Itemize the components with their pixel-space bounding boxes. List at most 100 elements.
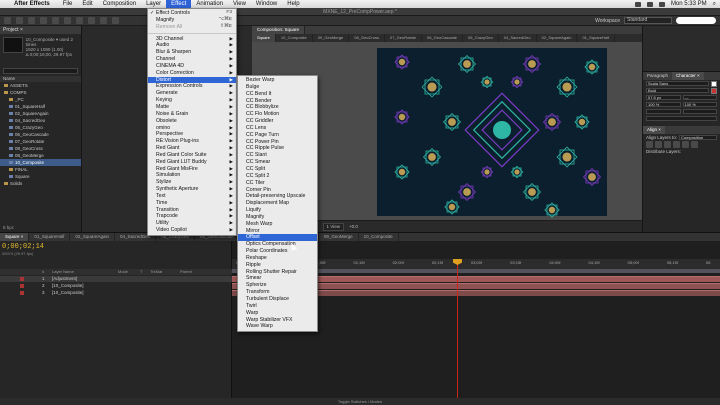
effect-menu-item-effect-controls[interactable]: ✓ Effect Controls F3 bbox=[148, 10, 236, 17]
effect-menu-item-matte[interactable]: Matte ▶ bbox=[148, 104, 236, 111]
effect-menu-item-remove-all[interactable]: Remove All ⇧⌘E bbox=[148, 24, 236, 31]
distort-item-cc-split[interactable]: CC Split bbox=[238, 166, 317, 173]
shape-tool-icon[interactable] bbox=[76, 17, 83, 24]
layer-row[interactable]: 2 [10_Composite] bbox=[0, 283, 232, 289]
distort-item-cc-tiler[interactable]: CC Tiler bbox=[238, 180, 317, 187]
spotlight-icon[interactable]: ⌕ bbox=[713, 1, 716, 8]
distort-item-magnify[interactable]: Magnify bbox=[238, 214, 317, 221]
baseline-field[interactable] bbox=[646, 109, 681, 114]
col-t[interactable]: T bbox=[140, 269, 142, 275]
composition-tab[interactable]: Composition: Square bbox=[252, 26, 306, 34]
project-item[interactable]: 05_CrazyGeo bbox=[0, 124, 81, 131]
distort-item-warp-stabilizer-vfx[interactable]: Warp Stabilizer VFX bbox=[238, 317, 317, 324]
video-switch-icon[interactable] bbox=[20, 284, 24, 288]
effect-menu-item-omino[interactable]: omino ▶ bbox=[148, 125, 236, 132]
align-top-icon[interactable] bbox=[673, 141, 680, 148]
video-switch-icon[interactable] bbox=[20, 291, 24, 295]
project-item[interactable]: ASSETS bbox=[0, 82, 81, 89]
distort-item-cc-griddler[interactable]: CC Griddler bbox=[238, 118, 317, 125]
effect-menu-item-generate[interactable]: Generate ▶ bbox=[148, 90, 236, 97]
tab-align[interactable]: Align × bbox=[643, 126, 665, 134]
effect-menu-item-3d-channel[interactable]: 3D Channel ▶ bbox=[148, 36, 236, 43]
distort-item-warp[interactable]: Warp bbox=[238, 310, 317, 317]
distort-item-cc-flo-motion[interactable]: CC Flo Motion bbox=[238, 111, 317, 118]
comp-subtab-square[interactable]: Square bbox=[252, 34, 276, 42]
comp-subtab-02-squareagain[interactable]: 02_SquareAgain bbox=[537, 34, 578, 42]
faux-style-buttons[interactable] bbox=[646, 116, 717, 121]
align-middle-icon[interactable] bbox=[682, 141, 689, 148]
align-left-icon[interactable] bbox=[646, 141, 653, 148]
project-bpc[interactable]: 8 bpc bbox=[3, 225, 14, 230]
comp-subtab-01-squarehalf[interactable]: 01_SquareHalf bbox=[577, 34, 616, 42]
comp-subtab-07-georotate[interactable]: 07_GeoRotate bbox=[385, 34, 422, 42]
project-search-input[interactable] bbox=[3, 68, 78, 74]
distort-item-detail-preserving-upscale[interactable]: Detail-preserving Upscale bbox=[238, 193, 317, 200]
project-item[interactable]: 10_Composite bbox=[0, 159, 81, 166]
font-style-select[interactable]: Bold bbox=[646, 88, 709, 93]
comp-subtab-09-geomerge[interactable]: 09_GeoMerge bbox=[313, 34, 350, 42]
effect-menu-item-perspective[interactable]: Perspective ▶ bbox=[148, 131, 236, 138]
timeline-tab-09-geomerge[interactable]: 09_GeoMerge bbox=[319, 233, 359, 241]
project-item[interactable]: Square bbox=[0, 173, 81, 180]
distort-item-cc-smear[interactable]: CC Smear bbox=[238, 159, 317, 166]
font-size-field[interactable]: 57.5 px bbox=[646, 95, 681, 100]
distort-item-spherize[interactable]: Spherize bbox=[238, 282, 317, 289]
distort-item-twirl[interactable]: Twirl bbox=[238, 303, 317, 310]
pen-tool-icon[interactable] bbox=[88, 17, 95, 24]
layer-name[interactable]: [10_Composite] bbox=[52, 290, 84, 296]
effect-menu-item-video-copilot[interactable]: Video Copilot ▶ bbox=[148, 227, 236, 234]
distort-item-reshape[interactable]: Reshape bbox=[238, 255, 317, 262]
exposure-value[interactable]: +0.0 bbox=[349, 224, 358, 229]
project-item[interactable]: 06_GeoCascade bbox=[0, 131, 81, 138]
distort-item-mirror[interactable]: Mirror bbox=[238, 228, 317, 235]
project-item[interactable]: 08_GeoMerge bbox=[0, 152, 81, 159]
effect-menu-item-trapcode[interactable]: Trapcode ▶ bbox=[148, 213, 236, 220]
type-tool-icon[interactable] bbox=[100, 17, 107, 24]
help-search-input[interactable] bbox=[676, 17, 716, 24]
distort-item-polar-coordinates[interactable]: Polar Coordinates bbox=[238, 248, 317, 255]
menubar-clock[interactable]: Mon 5:33 PM bbox=[671, 1, 707, 7]
distort-item-rolling-shutter-repair[interactable]: Rolling Shutter Repair bbox=[238, 269, 317, 276]
col-mode[interactable]: Mode bbox=[118, 269, 128, 275]
distort-item-smear[interactable]: Smear bbox=[238, 275, 317, 282]
layer-row[interactable]: 3 [10_Composite] bbox=[0, 290, 232, 296]
tsume-field[interactable] bbox=[682, 109, 717, 114]
distort-item-turbulent-displace[interactable]: Turbulent Displace bbox=[238, 296, 317, 303]
comp-subtab-04-sacredgeo[interactable]: 04_SacredGeo bbox=[499, 34, 537, 42]
effect-menu-item-re-vision-plug-ins[interactable]: RE:Vision Plug-ins ▶ bbox=[148, 138, 236, 145]
distort-item-cc-slant[interactable]: CC Slant bbox=[238, 152, 317, 159]
align-right-icon[interactable] bbox=[664, 141, 671, 148]
current-time[interactable]: 0;00;02;14 bbox=[2, 243, 44, 251]
effect-menu-item-keying[interactable]: Keying ▶ bbox=[148, 97, 236, 104]
camera-tool-icon[interactable] bbox=[52, 17, 59, 24]
tab-character[interactable]: Character × bbox=[672, 72, 704, 80]
brush-tool-icon[interactable] bbox=[112, 17, 119, 24]
comp-subtab-05-crazygeo[interactable]: 05_CrazyGeo bbox=[463, 34, 499, 42]
distort-item-cc-bend-it[interactable]: CC Bend It bbox=[238, 91, 317, 98]
menu-composition[interactable]: Composition bbox=[98, 0, 141, 8]
align-to-select[interactable]: Composition bbox=[679, 135, 717, 140]
project-item[interactable]: COMPS bbox=[0, 89, 81, 96]
timeline-tab-02-squareagain[interactable]: 02_SquareAgain bbox=[70, 233, 115, 241]
col-trkmat[interactable]: TrkMat bbox=[150, 269, 162, 275]
distort-item-cc-page-turn[interactable]: CC Page Turn bbox=[238, 132, 317, 139]
effect-menu-item-color-correction[interactable]: Color Correction ▶ bbox=[148, 70, 236, 77]
effect-menu-item-distort[interactable]: Distort ▶ bbox=[148, 76, 236, 84]
horizontal-scale-field[interactable]: 100 % bbox=[682, 102, 717, 107]
effect-menu-item-audio[interactable]: Audio ▶ bbox=[148, 42, 236, 49]
distort-item-ripple[interactable]: Ripple bbox=[238, 262, 317, 269]
effect-menu-item-synthetic-aperture[interactable]: Synthetic Aperture ▶ bbox=[148, 186, 236, 193]
effect-menu-item-red-giant-color-suite[interactable]: Red Giant Color Suite ▶ bbox=[148, 152, 236, 159]
distort-item-mesh-warp[interactable]: Mesh Warp bbox=[238, 221, 317, 228]
volume-icon[interactable] bbox=[646, 1, 653, 7]
distort-item-offset[interactable]: Offset bbox=[238, 234, 317, 242]
battery-icon[interactable] bbox=[658, 1, 665, 7]
distort-item-cc-bender[interactable]: CC Bender bbox=[238, 98, 317, 105]
timeline-tab-01-squarehalf[interactable]: 01_SquareHalf bbox=[29, 233, 71, 241]
workspace-select[interactable]: Standard bbox=[624, 17, 672, 24]
zoom-tool-icon[interactable] bbox=[28, 17, 35, 24]
project-item[interactable]: Solids bbox=[0, 180, 81, 187]
distort-item-bezier-warp[interactable]: Bezier Warp bbox=[238, 77, 317, 84]
project-item[interactable]: FINAL bbox=[0, 166, 81, 173]
timeline-tab-10-composite[interactable]: 10_Composite bbox=[359, 233, 399, 241]
